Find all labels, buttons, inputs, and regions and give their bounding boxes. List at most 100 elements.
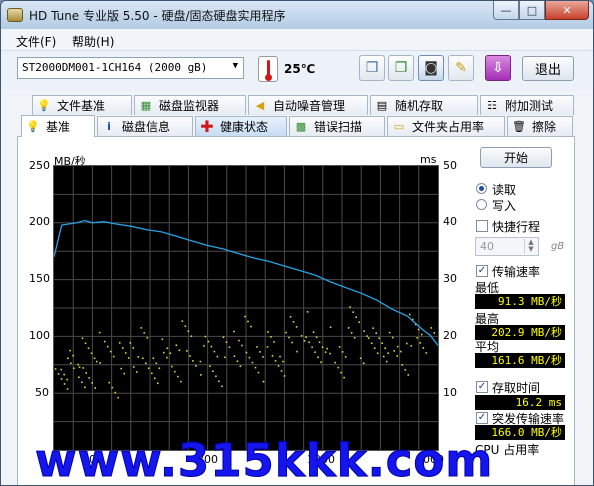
burst-rate-checkbox[interactable]: ✓	[476, 412, 488, 424]
access-time-point	[256, 346, 258, 348]
access-time-point	[218, 380, 220, 383]
watermark-text: www.315kkk.com	[34, 434, 494, 486]
tab-folder-usage[interactable]: ▭ 文件夹占用率	[387, 116, 505, 136]
access-time-point	[375, 332, 377, 334]
access-time-point	[271, 355, 274, 357]
access-time-checkbox[interactable]: ✓	[476, 381, 488, 393]
access-time-point	[171, 365, 173, 368]
access-time-point	[300, 335, 303, 337]
access-time-point	[82, 367, 84, 369]
access-time-point	[419, 342, 422, 344]
access-time-point	[329, 326, 332, 328]
access-time-point	[352, 311, 354, 313]
spinner-arrows-icon[interactable]: ▲ ▼	[524, 239, 537, 254]
access-time-point	[347, 327, 350, 329]
access-time-point	[396, 345, 399, 348]
copy-text-button[interactable]: ❐	[359, 55, 385, 81]
access-time-point	[285, 331, 287, 334]
access-time-point	[396, 355, 399, 357]
access-time-point	[373, 347, 376, 350]
access-time-point	[161, 338, 164, 341]
tab-random-access[interactable]: ▤ 随机存取	[370, 95, 478, 115]
access-time-point	[292, 321, 295, 323]
tab-disk-monitor[interactable]: ▦ 磁盘监视器	[134, 95, 246, 115]
access-time-point	[222, 336, 225, 339]
tab-aam[interactable]: ◀ 自动噪音管理	[248, 95, 368, 115]
quick-stroke-checkbox[interactable]	[476, 220, 488, 232]
quick-stroke-input[interactable]: 40 ▲ ▼	[475, 237, 539, 256]
access-time-point	[192, 360, 194, 362]
access-time-point	[254, 366, 257, 369]
tab-file-benchmark[interactable]: 💡 文件基准	[32, 95, 132, 115]
title-bar[interactable]: HD Tune 专业版 5.50 - 硬盘/固态硬盘实用程序 — □ ✕	[1, 1, 593, 29]
write-radio[interactable]	[476, 199, 487, 210]
access-time-point	[239, 365, 242, 368]
tab-disk-info[interactable]: i 磁盘信息	[97, 116, 193, 136]
access-time-point	[410, 345, 413, 347]
read-radio[interactable]	[476, 183, 487, 194]
access-time-point	[362, 362, 365, 365]
options-button[interactable]: ✎	[448, 55, 474, 81]
copy-info-button[interactable]: ❐	[388, 55, 414, 81]
access-time-point	[236, 360, 239, 363]
access-time-point	[98, 331, 101, 334]
drive-select[interactable]: ST2000DM001-1CH164 (2000 gB) ▼	[17, 57, 244, 79]
read-label: 读取	[492, 183, 517, 197]
y-right-tick: 20	[443, 329, 457, 342]
access-time-point	[388, 331, 391, 334]
access-time-point	[433, 332, 436, 334]
access-time-point	[180, 380, 182, 383]
quick-stroke-unit: gB	[551, 241, 565, 252]
menu-file[interactable]: 文件(F)	[16, 33, 56, 50]
y-left-tick: 150	[29, 272, 50, 285]
tab-erase[interactable]: 🗑 擦除	[507, 116, 573, 136]
tab-error-scan[interactable]: ▩ 错误扫描	[289, 116, 385, 136]
speaker-icon: ◀	[255, 99, 265, 112]
camera-icon: ◙	[424, 60, 438, 76]
screenshot-button[interactable]: ◙	[418, 55, 444, 81]
y-left-tick: 100	[29, 329, 50, 342]
y-right-tick: 50	[443, 159, 457, 172]
save-button[interactable]: ⇩	[485, 55, 511, 81]
access-time-point	[279, 355, 281, 358]
access-time-point	[228, 346, 231, 349]
access-time-point	[233, 355, 236, 358]
lightbulb-icon: 💡	[26, 120, 40, 133]
access-time-point	[72, 354, 74, 357]
menu-help[interactable]: 帮助(H)	[72, 33, 114, 50]
minimize-button[interactable]: —	[493, 1, 519, 20]
access-time-point	[67, 357, 69, 360]
close-button[interactable]: ✕	[545, 1, 589, 20]
access-time-point	[142, 357, 144, 360]
menu-bar: 文件(F) 帮助(H)	[1, 29, 593, 51]
access-time-point	[289, 316, 292, 318]
tab-extra-tests[interactable]: ☷ 附加测试	[480, 95, 574, 115]
access-time-point	[190, 335, 193, 337]
access-time-point	[266, 346, 269, 348]
access-time-point	[95, 360, 98, 363]
transfer-rate-checkbox[interactable]: ✓	[476, 265, 488, 277]
access-time-point	[221, 385, 223, 388]
access-time-point	[314, 351, 316, 354]
exit-button[interactable]: 退出	[522, 56, 574, 81]
tab-label: 错误扫描	[314, 120, 363, 134]
tab-label: 基准	[46, 120, 71, 134]
tab-health[interactable]: ✚ 健康状态	[195, 116, 287, 136]
copy-icon: ❐	[365, 60, 379, 76]
access-time-point	[391, 336, 394, 339]
access-time-point	[311, 346, 313, 349]
access-time-point	[241, 344, 243, 347]
access-time-point	[140, 327, 143, 329]
access-time-point	[273, 341, 275, 343]
access-time-point	[178, 349, 181, 351]
access-time-point	[63, 373, 65, 376]
tab-label: 磁盘监视器	[159, 99, 220, 113]
tab-benchmark[interactable]: 💡 基准	[21, 115, 95, 137]
access-time-point	[200, 374, 202, 376]
access-time-point	[372, 327, 374, 329]
access-time-point	[224, 356, 226, 359]
maximize-button[interactable]: □	[519, 1, 545, 20]
start-button[interactable]: 开始	[480, 147, 552, 168]
access-time-point	[363, 330, 365, 332]
access-time-point	[120, 367, 123, 370]
